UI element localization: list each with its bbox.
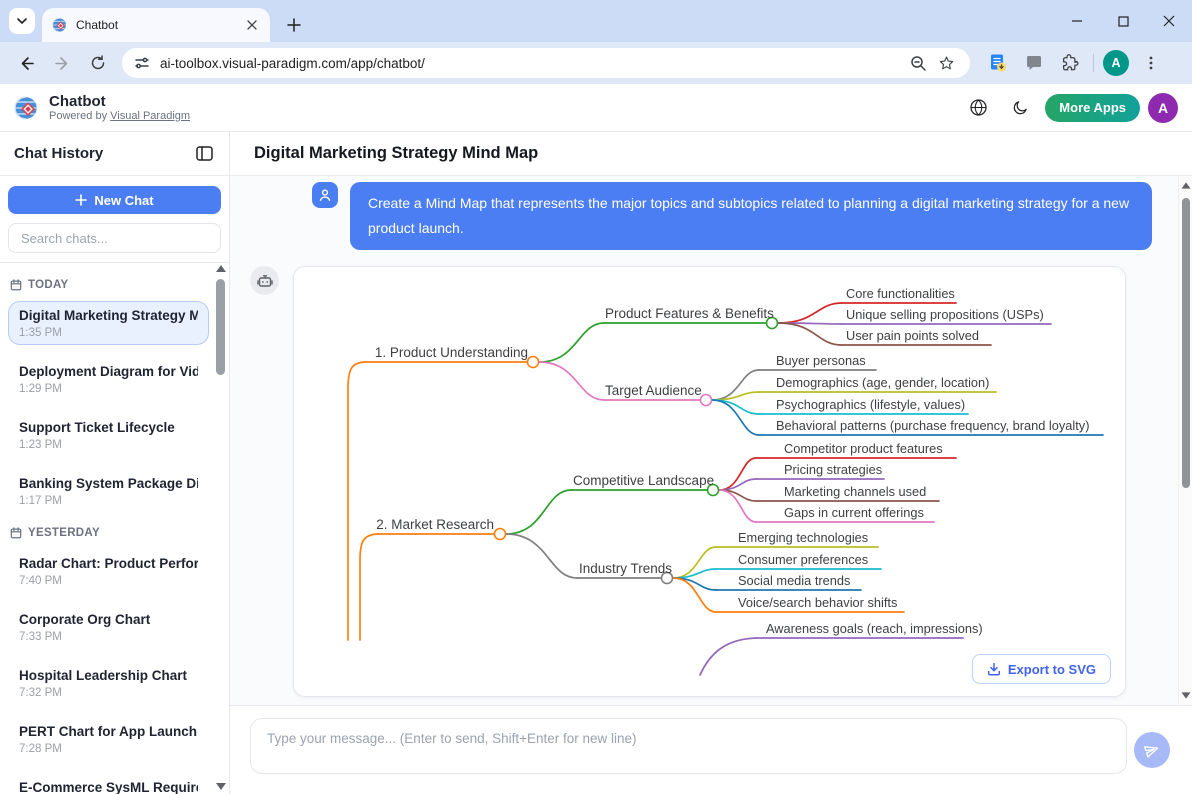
browser-tab[interactable]: Chatbot bbox=[42, 8, 270, 42]
chat-section-header: TODAY bbox=[10, 277, 207, 293]
bookmark-star-icon[interactable] bbox=[932, 49, 960, 77]
powered-by: Powered by Visual Paradigm bbox=[49, 110, 190, 123]
svg-text:Voice/search behavior shifts: Voice/search behavior shifts bbox=[738, 595, 897, 610]
chat-list-item[interactable]: Deployment Diagram for Vid...1:29 PM bbox=[8, 357, 209, 401]
message-input-area bbox=[230, 705, 1192, 794]
url-text[interactable]: ai-toolbox.visual-paradigm.com/app/chatb… bbox=[160, 56, 904, 71]
svg-text:Core functionalities: Core functionalities bbox=[846, 286, 955, 301]
svg-text:User pain points solved: User pain points solved bbox=[846, 328, 979, 343]
reload-icon[interactable] bbox=[82, 47, 114, 79]
svg-text:1. Product Understanding: 1. Product Understanding bbox=[375, 345, 528, 360]
scroll-down-icon[interactable] bbox=[216, 783, 226, 790]
panel-toggle-icon[interactable] bbox=[191, 141, 217, 167]
page-title: Digital Marketing Strategy Mind Map bbox=[230, 132, 1192, 176]
svg-text:Product Features & Benefits: Product Features & Benefits bbox=[605, 306, 774, 321]
scroll-up-icon[interactable] bbox=[216, 265, 226, 272]
sidebar-title: Chat History bbox=[14, 145, 103, 162]
app-header: Chatbot Powered by Visual Paradigm More … bbox=[0, 84, 1192, 132]
svg-text:Competitor product features: Competitor product features bbox=[784, 441, 943, 456]
svg-text:Emerging technologies: Emerging technologies bbox=[738, 530, 868, 545]
more-apps-button[interactable]: More Apps bbox=[1045, 94, 1140, 122]
search-input[interactable] bbox=[8, 223, 221, 253]
plus-icon bbox=[75, 194, 87, 206]
browser-menu-icon[interactable] bbox=[1136, 48, 1166, 78]
browser-toolbar: ai-toolbox.visual-paradigm.com/app/chatb… bbox=[0, 42, 1192, 84]
forward-icon[interactable] bbox=[46, 47, 78, 79]
send-icon bbox=[1142, 740, 1162, 760]
window-close-icon[interactable] bbox=[1146, 0, 1192, 42]
language-globe-icon[interactable] bbox=[961, 91, 995, 125]
tab-search-chevron-icon[interactable] bbox=[9, 8, 35, 34]
message-input[interactable] bbox=[250, 718, 1127, 774]
mindmap-diagram[interactable]: 1. Product Understanding Product Features… bbox=[294, 267, 1127, 698]
dark-mode-moon-icon[interactable] bbox=[1003, 91, 1037, 125]
scroll-thumb[interactable] bbox=[1182, 198, 1190, 488]
address-bar[interactable]: ai-toolbox.visual-paradigm.com/app/chatb… bbox=[122, 48, 970, 78]
chat-list-item[interactable]: Hospital Leadership Chart7:32 PM bbox=[8, 661, 209, 705]
svg-text:Pricing strategies: Pricing strategies bbox=[784, 462, 882, 477]
svg-text:Marketing channels used: Marketing channels used bbox=[784, 484, 926, 499]
svg-text:Unique selling propositions (U: Unique selling propositions (USPs) bbox=[846, 307, 1044, 322]
svg-text:Gaps in current offerings: Gaps in current offerings bbox=[784, 505, 924, 520]
zoom-out-icon[interactable] bbox=[904, 49, 932, 77]
visual-paradigm-link[interactable]: Visual Paradigm bbox=[110, 110, 190, 122]
app-logo bbox=[14, 95, 40, 121]
tab-close-icon[interactable] bbox=[244, 17, 260, 33]
app-avatar[interactable]: A bbox=[1148, 93, 1178, 123]
scroll-thumb[interactable] bbox=[216, 279, 225, 375]
docs-offline-icon[interactable] bbox=[983, 48, 1013, 78]
site-settings-icon[interactable] bbox=[134, 55, 150, 71]
chat-list-item[interactable]: Support Ticket Lifecycle1:23 PM bbox=[8, 413, 209, 457]
mindmap-canvas[interactable]: 1. Product Understanding Product Features… bbox=[293, 266, 1126, 697]
scroll-down-icon[interactable] bbox=[1182, 692, 1191, 698]
user-message-bubble: Create a Mind Map that represents the ma… bbox=[350, 182, 1152, 250]
svg-text:Buyer personas: Buyer personas bbox=[776, 353, 866, 368]
browser-titlebar: Chatbot bbox=[0, 0, 1192, 42]
back-icon[interactable] bbox=[10, 47, 42, 79]
chat-list-item[interactable]: Corporate Org Chart7:33 PM bbox=[8, 605, 209, 649]
tab-title: Chatbot bbox=[76, 18, 244, 32]
svg-text:Awareness goals (reach, impres: Awareness goals (reach, impressions) bbox=[766, 621, 983, 636]
bot-message-row: 1. Product Understanding Product Features… bbox=[230, 250, 1192, 697]
chat-messages-area: Create a Mind Map that represents the ma… bbox=[230, 176, 1192, 705]
user-avatar-icon bbox=[312, 182, 338, 208]
svg-text:Psychographics (lifestyle, val: Psychographics (lifestyle, values) bbox=[776, 397, 965, 412]
scroll-up-icon[interactable] bbox=[1182, 182, 1191, 188]
svg-text:Target Audience: Target Audience bbox=[605, 383, 702, 398]
user-message-row: Create a Mind Map that represents the ma… bbox=[230, 182, 1192, 250]
main-panel: Digital Marketing Strategy Mind Map Crea… bbox=[230, 132, 1192, 794]
bot-avatar-icon bbox=[250, 266, 279, 295]
sidebar: Chat History New Chat TODAY Digital Marke… bbox=[0, 132, 230, 794]
chat-scrollbar[interactable] bbox=[1178, 176, 1192, 705]
download-icon bbox=[987, 662, 1001, 676]
svg-text:2. Market Research: 2. Market Research bbox=[376, 517, 494, 532]
svg-text:Competitive Landscape: Competitive Landscape bbox=[573, 473, 714, 488]
svg-text:Consumer preferences: Consumer preferences bbox=[738, 552, 868, 567]
chat-list-item[interactable]: Radar Chart: Product Perfor...7:40 PM bbox=[8, 549, 209, 593]
new-chat-button[interactable]: New Chat bbox=[8, 186, 221, 214]
svg-text:Demographics (age, gender, loc: Demographics (age, gender, location) bbox=[776, 375, 989, 390]
chat-list-item[interactable]: PERT Chart for App Launch7:28 PM bbox=[8, 717, 209, 761]
maximize-icon[interactable] bbox=[1100, 0, 1146, 42]
chat-list-item[interactable]: Digital Marketing Strategy M...1:35 PM bbox=[8, 301, 209, 345]
chat-list-item[interactable]: Banking System Package Dia...1:17 PM bbox=[8, 469, 209, 513]
minimize-icon[interactable] bbox=[1054, 0, 1100, 42]
svg-text:Behavioral patterns (purchase: Behavioral patterns (purchase frequency,… bbox=[776, 418, 1089, 433]
chat-bubble-icon[interactable] bbox=[1019, 48, 1049, 78]
svg-text:Industry Trends: Industry Trends bbox=[579, 561, 672, 576]
sidebar-scrollbar[interactable] bbox=[215, 265, 226, 790]
chat-section-header: YESTERDAY bbox=[10, 525, 207, 541]
favicon-visual-paradigm bbox=[52, 17, 68, 33]
toolbar-separator bbox=[1093, 54, 1094, 72]
app-name: Chatbot bbox=[49, 93, 190, 110]
extensions-puzzle-icon[interactable] bbox=[1055, 48, 1085, 78]
chat-list-item[interactable]: E-Commerce SysML Require... bbox=[8, 773, 209, 794]
svg-text:Social media trends: Social media trends bbox=[738, 573, 850, 588]
browser-avatar[interactable]: A bbox=[1103, 50, 1129, 76]
chat-history-list: TODAY Digital Marketing Strategy M...1:35… bbox=[0, 263, 229, 794]
new-tab-icon[interactable] bbox=[282, 13, 306, 37]
export-svg-button[interactable]: Export to SVG bbox=[972, 654, 1111, 684]
send-button[interactable] bbox=[1134, 732, 1170, 768]
